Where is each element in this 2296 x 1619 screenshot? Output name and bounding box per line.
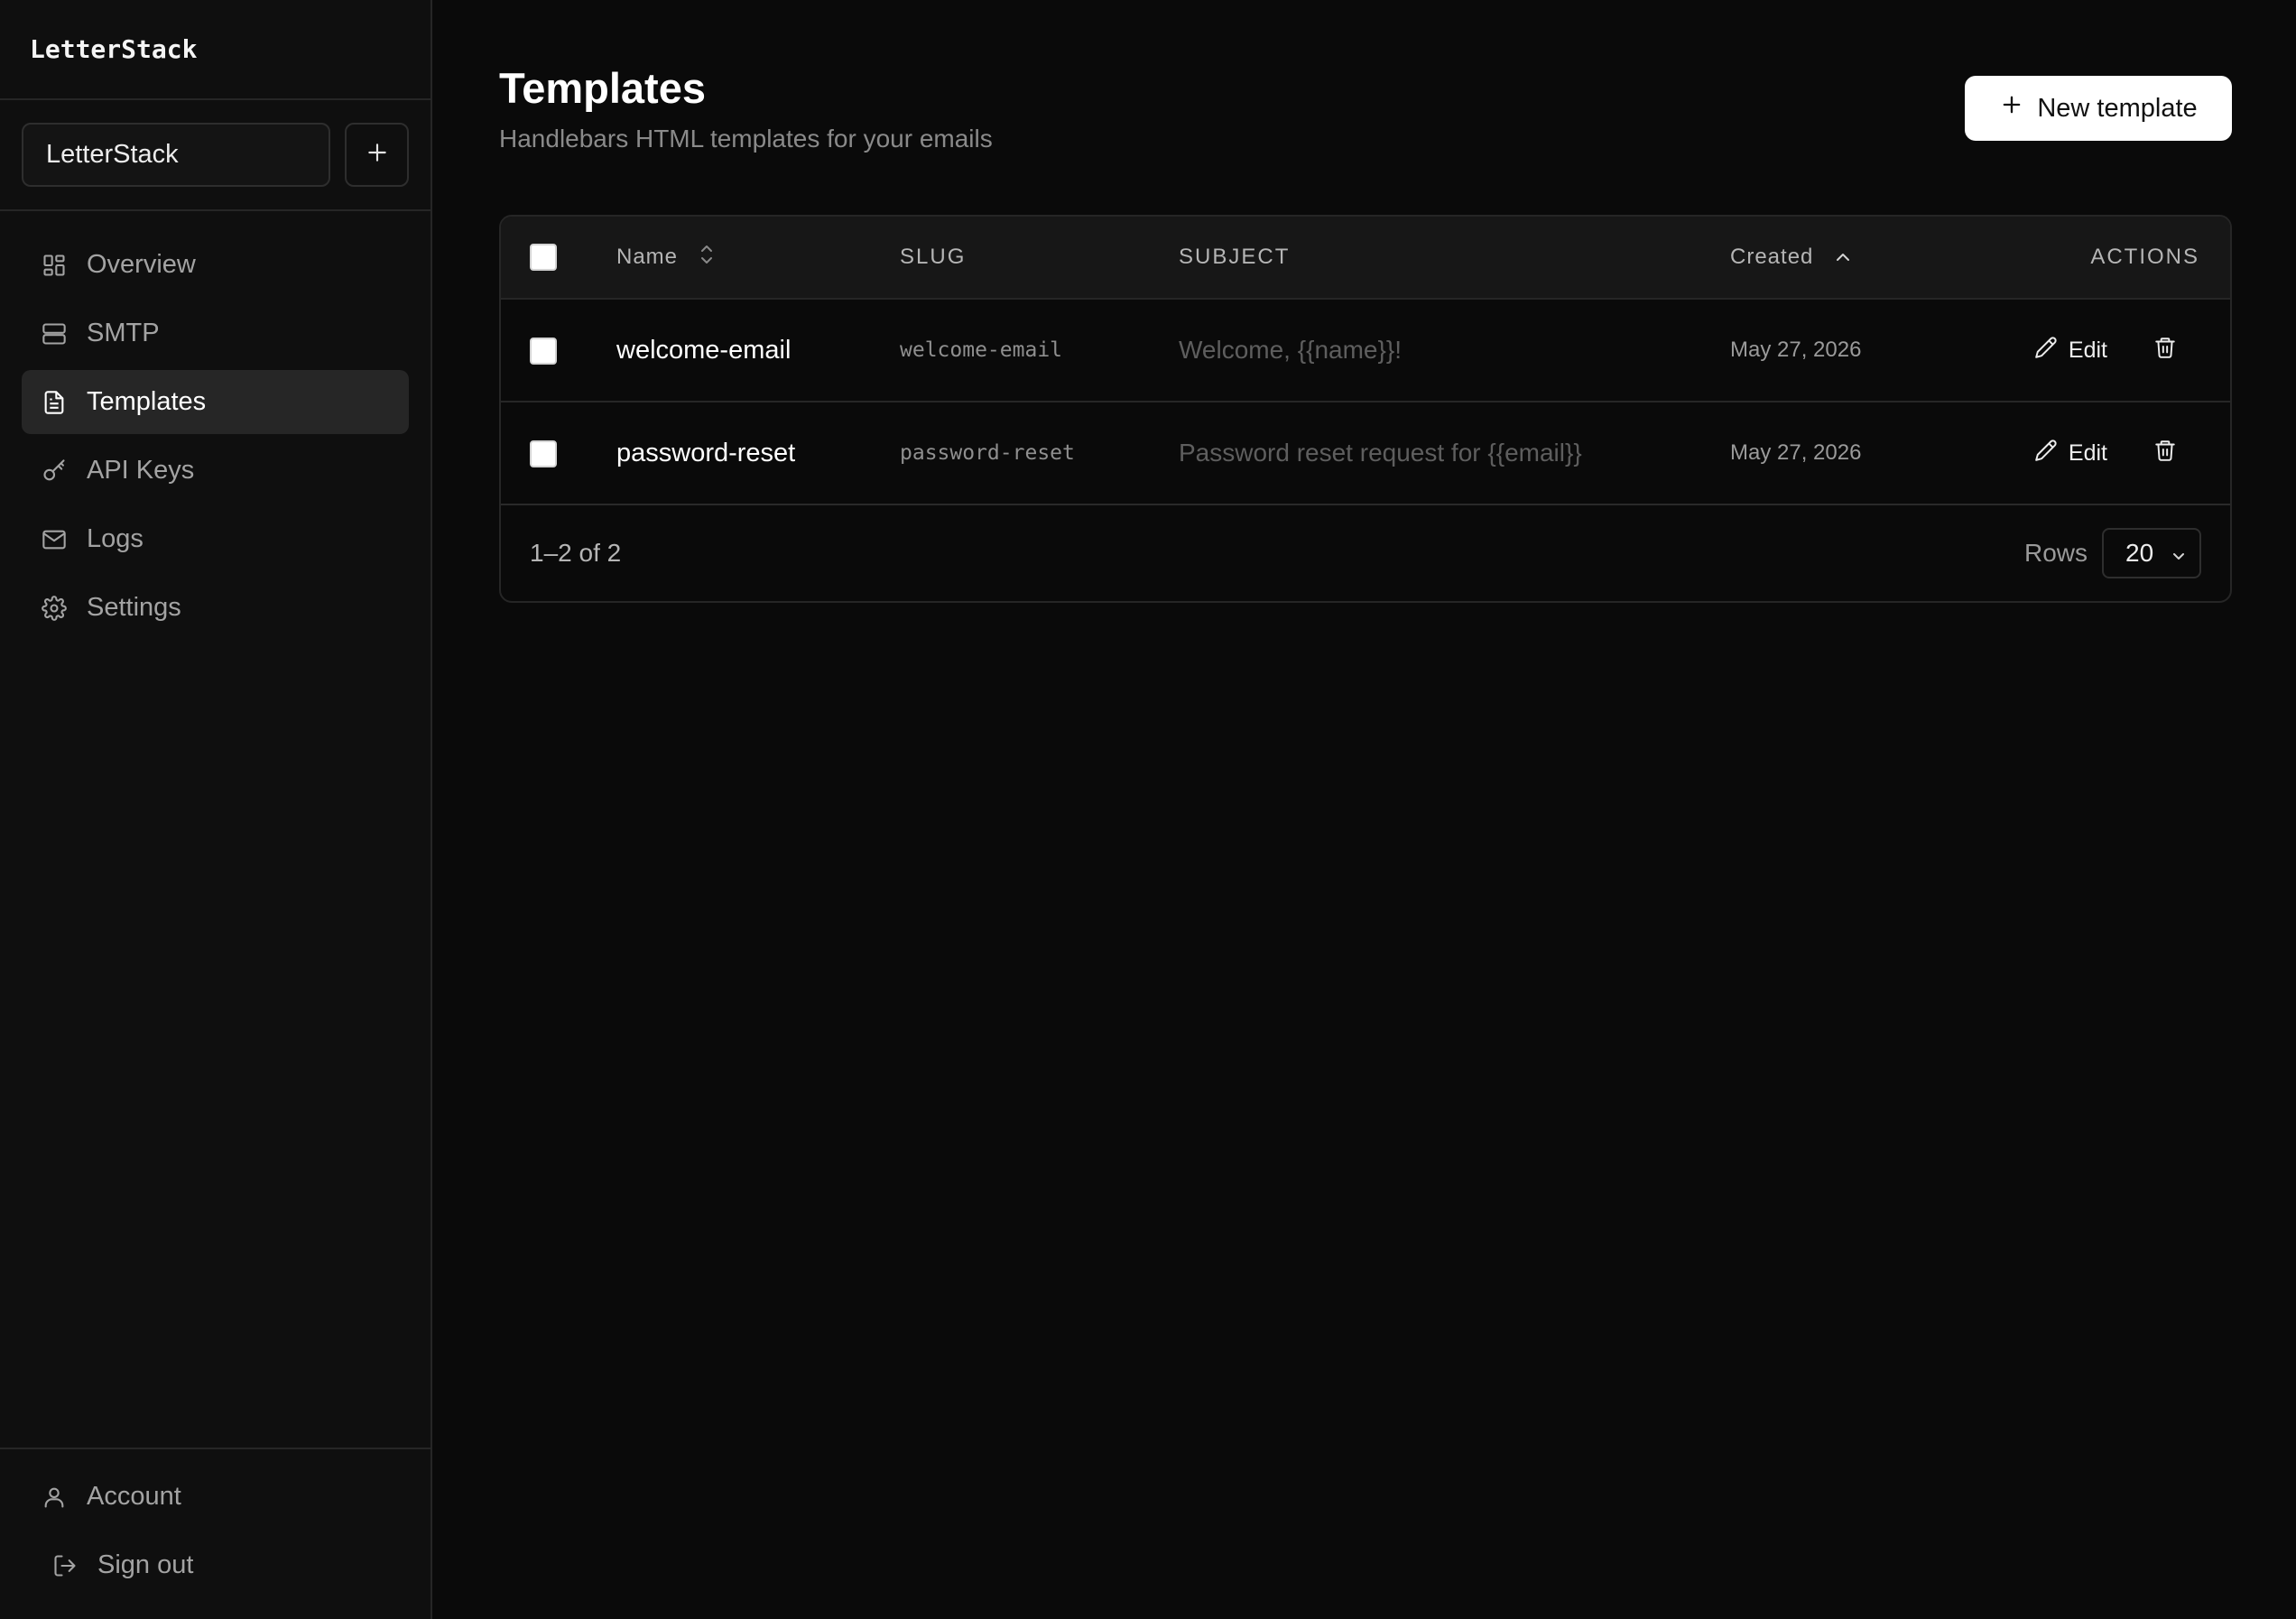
- templates-table-card: Name SLUG SUBJECT Created ACTIONS welcom…: [499, 215, 2232, 603]
- edit-label: Edit: [2068, 337, 2107, 363]
- row-actions: Edit: [2001, 299, 2230, 402]
- page-subtitle: Handlebars HTML templates for your email…: [499, 125, 993, 153]
- page-title: Templates: [499, 64, 706, 112]
- account-link[interactable]: Account: [22, 1465, 409, 1529]
- rows-per-page: Rows 20: [2024, 528, 2201, 578]
- row-select-cell: [501, 299, 616, 402]
- plus-icon: [366, 141, 389, 169]
- column-header-actions: ACTIONS: [2001, 217, 2230, 300]
- main-content: Templates Handlebars HTML templates for …: [432, 0, 2296, 1619]
- page-heading: Templates Handlebars HTML templates for …: [499, 63, 993, 153]
- rows-per-page-select[interactable]: 20: [2102, 528, 2201, 578]
- sidebar: LetterStack LetterStack Overview SMTP Te…: [0, 0, 432, 1619]
- column-header-created[interactable]: Created: [1730, 217, 2001, 300]
- grid-icon: [40, 251, 69, 280]
- template-created: May 27, 2026: [1730, 338, 1862, 362]
- account-label: Account: [87, 1482, 181, 1511]
- user-icon: [40, 1483, 69, 1512]
- sidebar-footer: Account Sign out: [0, 1448, 430, 1619]
- edit-label: Edit: [2068, 439, 2107, 466]
- new-template-button[interactable]: New template: [1965, 76, 2232, 141]
- table-row: welcome-email welcome-email Welcome, {{n…: [501, 299, 2230, 402]
- sign-out-label: Sign out: [97, 1550, 194, 1579]
- template-name[interactable]: welcome-email: [616, 299, 900, 402]
- gear-icon: [40, 594, 69, 623]
- edit-button[interactable]: Edit: [2034, 336, 2107, 365]
- template-slug: password-reset: [900, 441, 1075, 465]
- sidebar-item-api-keys[interactable]: API Keys: [22, 439, 409, 503]
- project-switcher: LetterStack: [0, 100, 430, 211]
- column-header-slug: SLUG: [900, 217, 1179, 300]
- row-actions: Edit: [2001, 402, 2230, 504]
- row-select-cell: [501, 402, 616, 504]
- template-created: May 27, 2026: [1730, 440, 1862, 465]
- mail-icon: [40, 525, 69, 554]
- sidebar-nav: Overview SMTP Templates API Keys Logs Se…: [0, 211, 430, 640]
- sidebar-item-templates[interactable]: Templates: [22, 370, 409, 434]
- project-select[interactable]: LetterStack: [22, 123, 330, 187]
- row-checkbox[interactable]: [530, 338, 557, 365]
- templates-table: Name SLUG SUBJECT Created ACTIONS welcom…: [501, 217, 2230, 505]
- sidebar-item-settings[interactable]: Settings: [22, 576, 409, 640]
- row-checkbox[interactable]: [530, 440, 557, 468]
- column-header-subject: SUBJECT: [1179, 217, 1730, 300]
- template-name[interactable]: password-reset: [616, 402, 900, 504]
- sidebar-item-logs[interactable]: Logs: [22, 507, 409, 571]
- template-subject: Password reset request for {{email}}: [1179, 439, 1582, 467]
- template-slug: welcome-email: [900, 338, 1063, 362]
- sidebar-item-smtp[interactable]: SMTP: [22, 301, 409, 365]
- table-row: password-reset password-reset Password r…: [501, 402, 2230, 504]
- delete-button[interactable]: [2147, 438, 2183, 469]
- sidebar-item-label: API Keys: [87, 456, 195, 485]
- pagination-range: 1–2 of 2: [530, 539, 622, 567]
- app-root: LetterStack LetterStack Overview SMTP Te…: [0, 0, 2296, 1619]
- pencil-icon: [2034, 439, 2058, 468]
- select-all-checkbox[interactable]: [530, 244, 557, 271]
- sign-out-button[interactable]: Sign out: [22, 1533, 409, 1597]
- rows-label: Rows: [2023, 539, 2088, 567]
- column-created-label: Created: [1730, 244, 1814, 269]
- column-name-label: Name: [616, 244, 679, 269]
- select-all-cell: [501, 217, 616, 300]
- sidebar-item-overview[interactable]: Overview: [22, 233, 409, 297]
- sidebar-item-label: Logs: [87, 524, 144, 553]
- server-icon: [40, 319, 69, 348]
- sort-ascending-icon: [1833, 245, 1853, 270]
- sidebar-item-label: SMTP: [87, 319, 160, 347]
- page-header: Templates Handlebars HTML templates for …: [499, 63, 2232, 153]
- table-header-row: Name SLUG SUBJECT Created ACTIONS: [501, 217, 2230, 300]
- logout-icon: [51, 1551, 79, 1580]
- key-icon: [40, 457, 69, 486]
- sort-unsorted-icon: [698, 243, 716, 273]
- sidebar-item-label: Overview: [87, 250, 196, 279]
- pencil-icon: [2034, 336, 2058, 365]
- table-footer: 1–2 of 2 Rows 20: [501, 505, 2230, 601]
- new-template-label: New template: [2037, 93, 2198, 123]
- template-subject: Welcome, {{name}}!: [1179, 336, 1402, 364]
- trash-icon: [2153, 438, 2177, 469]
- trash-icon: [2153, 335, 2177, 366]
- plus-icon: [1999, 92, 2024, 125]
- sidebar-item-label: Templates: [87, 387, 207, 416]
- chevron-down-icon: [2171, 539, 2187, 568]
- rows-value: 20: [2125, 539, 2154, 567]
- file-text-icon: [40, 388, 69, 417]
- delete-button[interactable]: [2147, 335, 2183, 366]
- edit-button[interactable]: Edit: [2034, 439, 2107, 468]
- sidebar-item-label: Settings: [87, 593, 181, 622]
- add-project-button[interactable]: [345, 123, 409, 187]
- brand-logo: LetterStack: [0, 0, 430, 100]
- column-header-name[interactable]: Name: [616, 217, 900, 300]
